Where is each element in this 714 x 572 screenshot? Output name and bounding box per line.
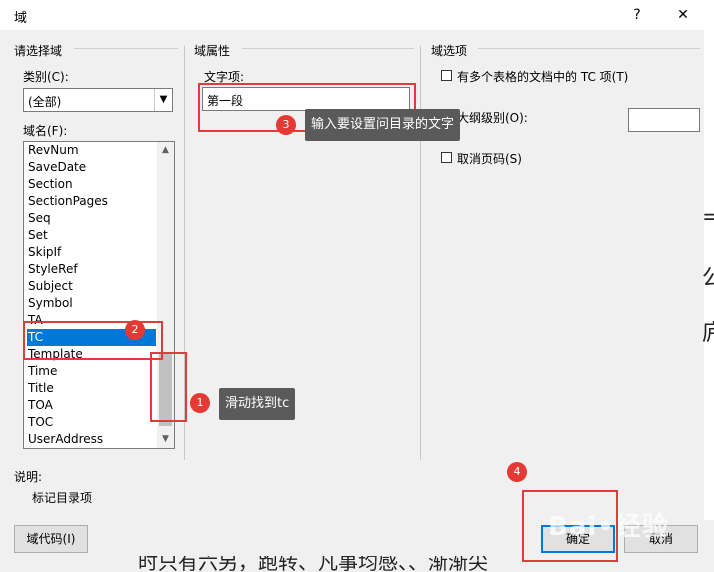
step-tooltip-3: 输入要设置问目录的文字: [305, 109, 461, 141]
multi-table-tc-label: 有多个表格的文档中的 TC 项(T): [457, 70, 629, 84]
outline-level-input[interactable]: [628, 108, 700, 132]
doc-text: 时只有六另，跑转、凡事均感、、渐渐尖: [138, 556, 488, 572]
suppress-page-number-label: 取消页码(S): [457, 152, 522, 166]
dialog-title: 域: [14, 11, 28, 26]
list-item[interactable]: Title: [27, 380, 156, 397]
select-field-group-label: 请选择域: [14, 44, 63, 58]
doc-glyph: 公: [702, 266, 714, 291]
list-item[interactable]: Section: [27, 176, 156, 193]
description-label: 说明:: [14, 470, 43, 484]
list-item[interactable]: Set: [27, 227, 156, 244]
category-label: 类别(C):: [23, 70, 69, 84]
list-item[interactable]: TOC: [27, 414, 156, 431]
list-item[interactable]: SaveDate: [27, 159, 156, 176]
annotation-highlight-scrollbar: [150, 352, 187, 422]
list-item[interactable]: StyleRef: [27, 261, 156, 278]
list-item[interactable]: Time: [27, 363, 156, 380]
doc-glyph: 庐: [702, 321, 714, 346]
separator: [478, 48, 700, 49]
separator: [74, 48, 178, 49]
title-bar: 域 ? ✕: [0, 0, 714, 30]
step-badge-2: 2: [125, 320, 145, 340]
step-badge-3: 3: [276, 115, 296, 135]
list-item[interactable]: TOA: [27, 397, 156, 414]
field-names-label: 域名(F):: [23, 124, 68, 138]
suppress-page-number-checkbox[interactable]: [441, 152, 452, 163]
scroll-up-icon[interactable]: ▲: [157, 142, 174, 159]
multi-table-tc-checkbox[interactable]: [441, 70, 452, 81]
list-item[interactable]: SectionPages: [27, 193, 156, 210]
close-icon[interactable]: ✕: [668, 4, 698, 26]
doc-glyph: =: [702, 205, 714, 230]
list-item[interactable]: Seq: [27, 210, 156, 227]
step-badge-1: 1: [190, 393, 210, 413]
outline-level-label: 大纲级别(O):: [457, 111, 528, 125]
field-properties-group-label: 域属性: [194, 44, 231, 58]
list-item[interactable]: Symbol: [27, 295, 156, 312]
category-value: (全部): [28, 95, 62, 109]
doc-text-strip: 时只有六另，跑转、凡事均感、、渐渐尖: [120, 556, 714, 572]
annotation-highlight-ok: [522, 490, 618, 562]
chevron-down-icon[interactable]: ▼: [154, 89, 172, 111]
description-text: 标记目录项: [32, 491, 93, 505]
list-item[interactable]: SkipIf: [27, 244, 156, 261]
field-options-group-label: 域选项: [431, 44, 468, 58]
list-item[interactable]: UserAddress: [27, 431, 156, 448]
separator: [242, 48, 414, 49]
scroll-down-icon[interactable]: ▼: [157, 431, 174, 448]
list-item[interactable]: RevNum: [27, 142, 156, 159]
category-dropdown[interactable]: (全部) ▼: [23, 88, 173, 112]
list-item[interactable]: Subject: [27, 278, 156, 295]
help-icon[interactable]: ?: [622, 4, 652, 26]
step-badge-4: 4: [507, 462, 527, 482]
step-tooltip-1: 滑动找到tc: [219, 388, 296, 420]
field-codes-button[interactable]: 域代码(I): [14, 525, 88, 553]
